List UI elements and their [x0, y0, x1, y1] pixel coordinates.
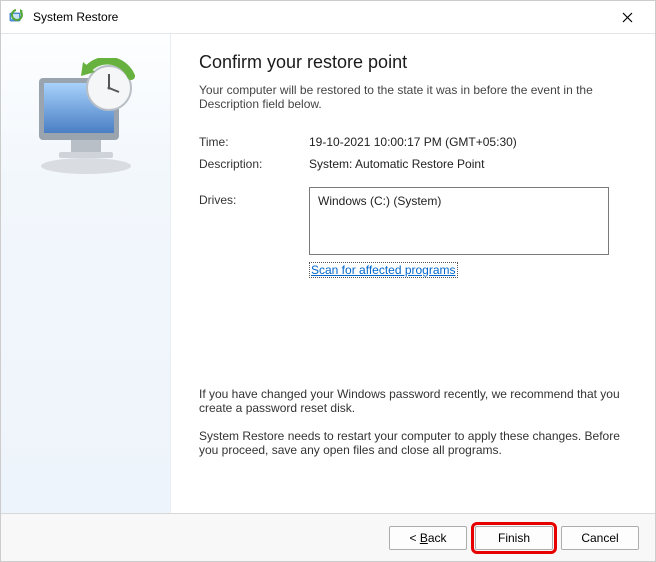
drives-field: Drives: Windows (C:) (System) [199, 187, 627, 255]
restore-illustration [21, 58, 151, 178]
finish-button[interactable]: Finish [475, 526, 553, 550]
description-label: Description: [199, 157, 309, 171]
time-label: Time: [199, 135, 309, 149]
titlebar: System Restore [1, 1, 655, 33]
drive-item: Windows (C:) (System) [318, 194, 600, 208]
time-field: Time: 19-10-2021 10:00:17 PM (GMT+05:30) [199, 135, 627, 149]
sidebar [1, 34, 171, 513]
dialog-body: Confirm your restore point Your computer… [1, 33, 655, 513]
restart-notice: System Restore needs to restart your com… [199, 429, 627, 457]
description-field: Description: System: Automatic Restore P… [199, 157, 627, 171]
window-title: System Restore [33, 10, 607, 24]
notices: If you have changed your Windows passwor… [199, 387, 627, 457]
drives-label: Drives: [199, 187, 309, 255]
system-restore-icon [9, 9, 25, 25]
close-button[interactable] [607, 3, 647, 31]
cancel-button[interactable]: Cancel [561, 526, 639, 550]
scan-link-container: Scan for affected programs [309, 263, 627, 277]
drives-listbox[interactable]: Windows (C:) (System) [309, 187, 609, 255]
password-notice: If you have changed your Windows passwor… [199, 387, 627, 415]
back-button[interactable]: < Back [389, 526, 467, 550]
time-value: 19-10-2021 10:00:17 PM (GMT+05:30) [309, 135, 517, 149]
description-value: System: Automatic Restore Point [309, 157, 484, 171]
page-heading: Confirm your restore point [199, 52, 627, 73]
main-content: Confirm your restore point Your computer… [171, 34, 655, 513]
footer: < Back Finish Cancel [1, 513, 655, 561]
intro-text: Your computer will be restored to the st… [199, 83, 627, 111]
scan-affected-programs-link[interactable]: Scan for affected programs [309, 262, 458, 278]
